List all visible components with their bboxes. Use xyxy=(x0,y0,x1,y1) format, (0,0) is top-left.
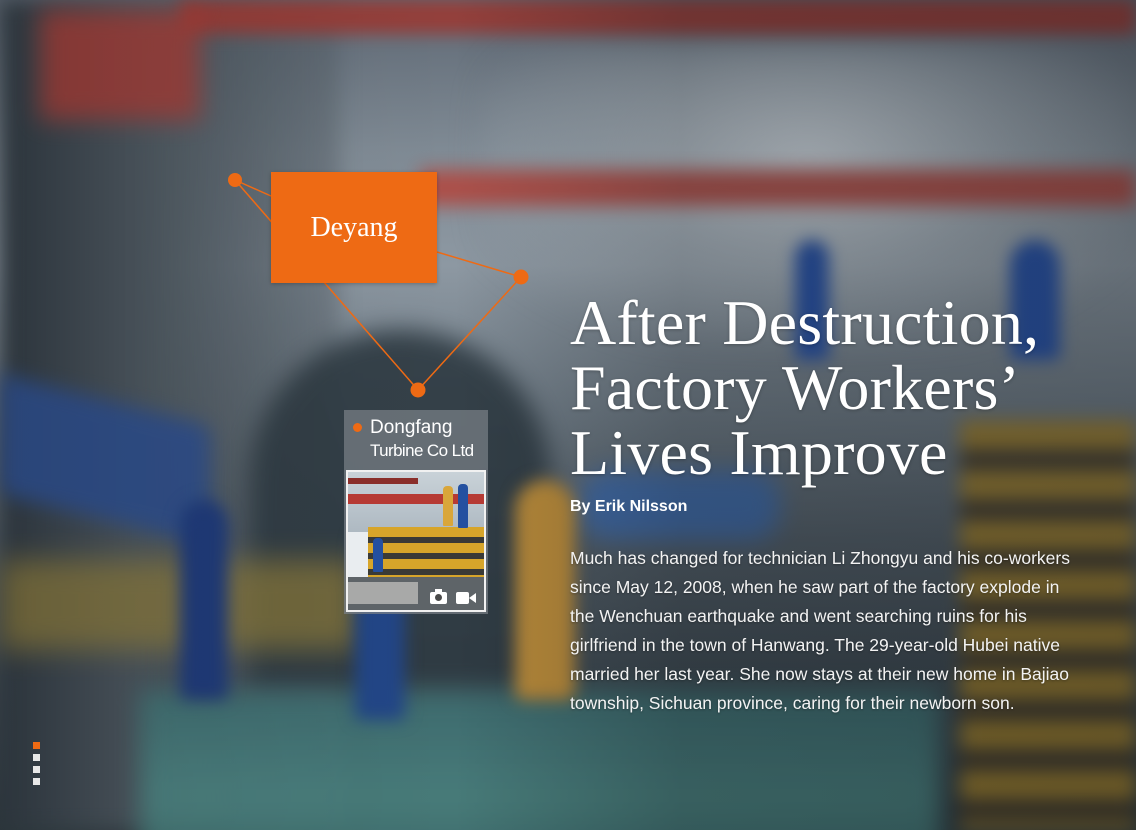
deyang-label-text: Deyang xyxy=(310,211,398,243)
headline-line: Lives Improve xyxy=(570,417,948,488)
page-dot[interactable] xyxy=(33,766,40,773)
headline-line: Factory Workers’ xyxy=(570,352,1021,423)
video-icon[interactable] xyxy=(456,592,476,604)
location-card-title-line1: Dongfang xyxy=(370,417,453,438)
article-headline: After Destruction, Factory Workers’ Live… xyxy=(570,290,1130,485)
headline-line: After Destruction, xyxy=(570,287,1040,358)
location-bullet-icon xyxy=(353,423,362,432)
location-card-photo[interactable] xyxy=(346,470,486,612)
deyang-location-label[interactable]: Deyang xyxy=(271,172,437,283)
page-dot[interactable] xyxy=(33,778,40,785)
camera-icon[interactable] xyxy=(430,589,447,604)
page-dot[interactable] xyxy=(33,754,40,761)
page-indicator xyxy=(33,742,40,785)
location-card-title: Dongfang Turbine Co Ltd xyxy=(370,416,474,462)
article-body: Much has changed for technician Li Zhong… xyxy=(570,548,1070,713)
location-card-title-line2: Turbine Co Ltd xyxy=(370,441,474,460)
article-byline: By Erik Nilsson xyxy=(570,498,688,515)
dongfang-location-card[interactable]: Dongfang Turbine Co Ltd xyxy=(344,410,488,614)
page-dot-active[interactable] xyxy=(33,742,40,749)
